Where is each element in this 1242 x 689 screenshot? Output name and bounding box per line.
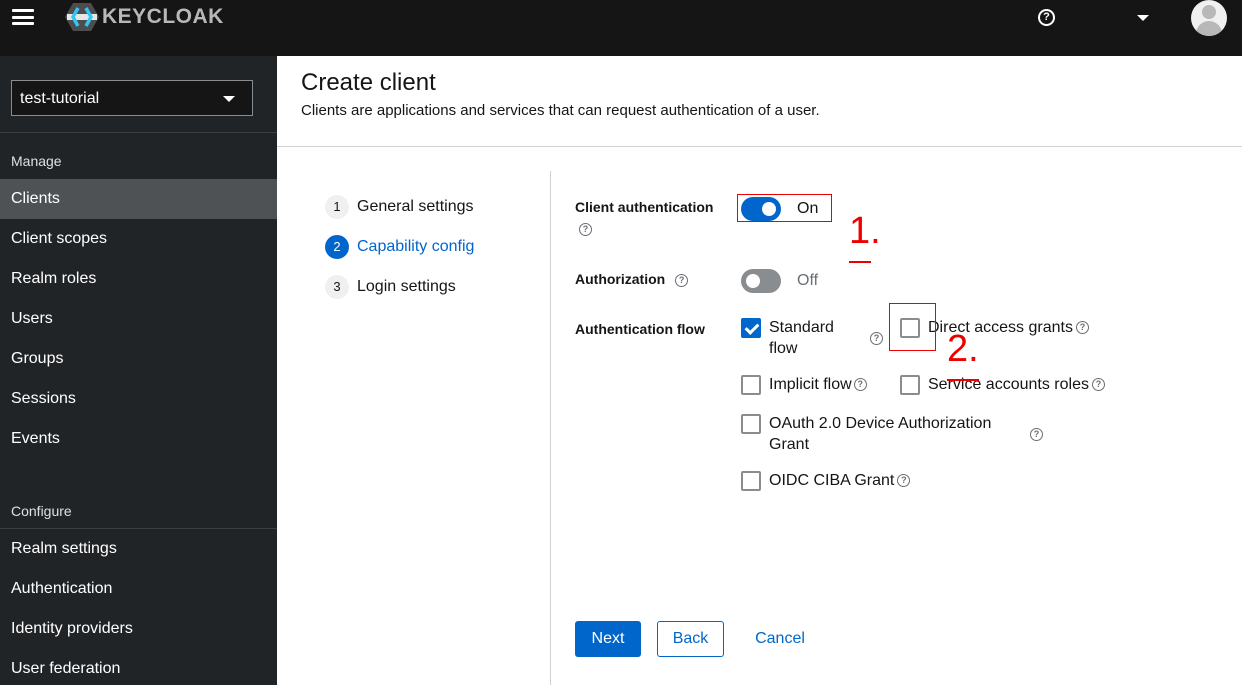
checkbox-label: Standard flow [769,319,834,357]
sidebar-item-groups[interactable]: Groups [0,339,277,379]
annotation-underline-2 [947,379,979,381]
checkbox-label: Implicit flow [769,376,852,393]
service-accounts-roles-checkbox[interactable]: Service accounts roles ? [900,374,1105,395]
step-number: 2 [325,235,349,259]
page-description: Clients are applications and services th… [301,102,820,119]
annotation-label-1: 1. [849,210,881,252]
checkbox-label: OIDC CIBA Grant [769,472,895,489]
chevron-down-icon [223,96,235,102]
checkbox-box[interactable] [900,375,920,395]
authentication-flow-label: Authentication flow [575,321,705,337]
sidebar-item-realm-roles[interactable]: Realm roles [0,259,277,299]
help-icon[interactable]: ? [853,378,867,391]
authorization-label: Authorization ? [575,271,689,287]
annotation-box-1 [737,194,832,222]
realm-name: test-tutorial [20,90,100,107]
standard-flow-checkbox[interactable]: Standard flow [741,317,849,359]
step-number: 3 [325,275,349,299]
checkbox-box[interactable] [741,318,761,338]
checkbox-box[interactable] [741,471,761,491]
wizard-step-general-settings[interactable]: 1 General settings [325,195,474,219]
wizard-step-login-settings[interactable]: 3 Login settings [325,275,456,299]
annotation-label-2: 2. [947,328,979,370]
header-divider [277,146,1242,147]
help-icon[interactable]: ? [870,332,883,345]
wizard-divider [550,171,551,685]
sidebar: test-tutorial Manage Clients Client scop… [0,56,277,685]
sidebar-item-clients[interactable]: Clients [0,179,277,219]
wizard-step-capability-config[interactable]: 2 Capability config [325,235,474,259]
oidc-ciba-grant-checkbox[interactable]: OIDC CIBA Grant ? [741,470,911,491]
help-icon[interactable]: ? [1030,428,1043,441]
user-avatar-icon[interactable] [1191,0,1227,36]
step-label: General settings [357,198,474,215]
masthead: KEYCLOAK ? [0,0,1242,56]
back-button[interactable]: Back [657,621,724,657]
hamburger-icon[interactable] [12,7,34,27]
checkbox-label: Service accounts roles [928,376,1089,393]
checkbox-box[interactable] [741,375,761,395]
help-icon[interactable]: ? [1091,378,1105,391]
cancel-button[interactable]: Cancel [747,621,813,657]
realm-selector[interactable]: test-tutorial [11,80,253,116]
authorization-label-text: Authorization [575,271,666,287]
sidebar-item-identity-providers[interactable]: Identity providers [0,609,277,649]
authorization-switch[interactable]: Off [741,269,818,293]
main-content: Create client Clients are applications a… [277,56,1242,685]
help-icon[interactable]: ? [579,223,592,236]
step-label: Login settings [357,278,456,295]
sidebar-item-users[interactable]: Users [0,299,277,339]
annotation-underline-1 [849,261,871,263]
sidebar-item-user-federation[interactable]: User federation [0,649,277,689]
sidebar-item-events[interactable]: Events [0,419,277,459]
checkbox-box[interactable] [741,414,761,434]
help-icon[interactable]: ? [1075,321,1089,334]
oauth-device-authorization-grant-checkbox[interactable]: OAuth 2.0 Device Authorization Grant [741,413,1009,455]
client-authentication-label: Client authentication [575,199,714,215]
annotation-box-2 [889,303,936,351]
sidebar-item-client-scopes[interactable]: Client scopes [0,219,277,259]
page-title: Create client [301,69,436,96]
switch-state-label: Off [797,272,819,289]
sidebar-item-authentication[interactable]: Authentication [0,569,277,609]
brand-name: KEYCLOAK [102,5,224,28]
step-label: Capability config [357,238,475,255]
help-icon[interactable]: ? [675,273,689,287]
next-button[interactable]: Next [575,621,641,657]
sidebar-divider [0,132,277,133]
section-configure: Configure [11,503,72,519]
keycloak-logo-icon [65,3,99,31]
sidebar-item-realm-settings[interactable]: Realm settings [0,529,277,569]
user-menu-caret-icon[interactable] [1137,15,1149,21]
section-manage: Manage [11,153,62,169]
sidebar-item-sessions[interactable]: Sessions [0,379,277,419]
checkbox-label: OAuth 2.0 Device Authorization Grant [769,415,992,453]
help-icon[interactable]: ? [897,474,911,487]
keycloak-logo[interactable]: KEYCLOAK [64,0,224,34]
step-number: 1 [325,195,349,219]
help-icon[interactable]: ? [1038,9,1055,26]
implicit-flow-checkbox[interactable]: Implicit flow ? [741,374,867,395]
